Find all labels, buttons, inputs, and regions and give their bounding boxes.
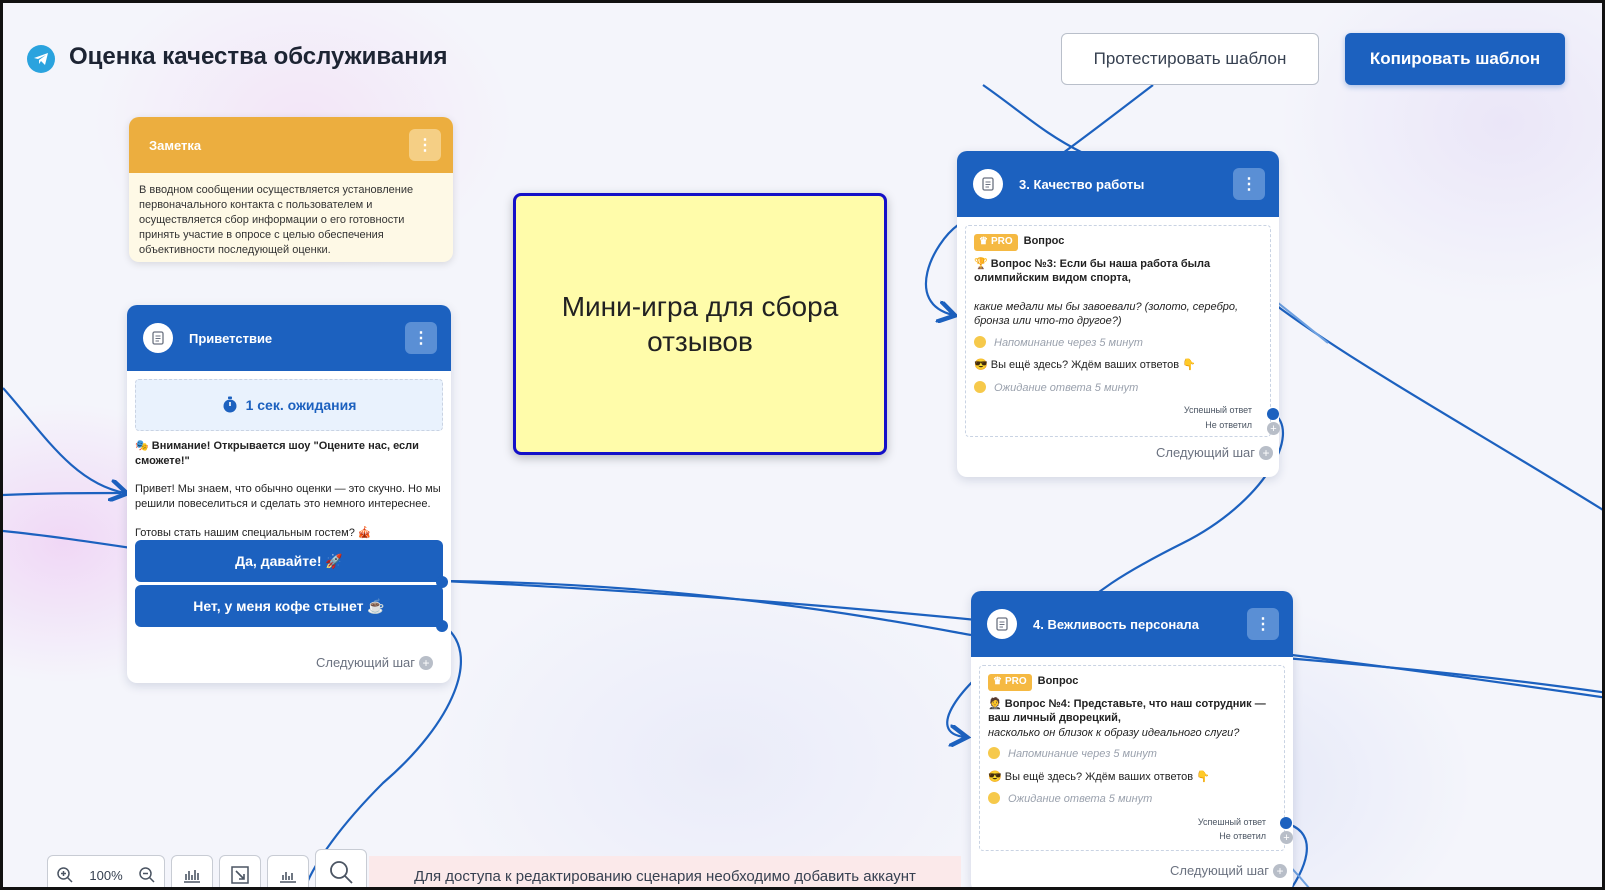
canvas[interactable]: Оценка качества обслуживания Протестиров… [0, 0, 1605, 890]
question-subtext: какие медали мы бы завоевали? (золото, с… [974, 300, 1239, 328]
next-step-link[interactable]: Следующий шаг + [1170, 863, 1287, 878]
add-icon[interactable]: + [419, 655, 433, 670]
output-connector[interactable] [1280, 817, 1292, 829]
note-header: Заметка ⋮ [129, 117, 453, 173]
output-connector[interactable] [436, 620, 448, 632]
question-block: ♛ PRO Вопрос 🤵 Вопрос №4: Представьте, что… [979, 665, 1285, 851]
zoom-in-icon[interactable] [56, 866, 74, 884]
message-icon [143, 323, 173, 353]
page-title: Оценка качества обслуживания [69, 43, 448, 70]
message-icon [987, 609, 1017, 639]
reminder-row: Напоминание через 5 минут [974, 335, 1262, 351]
stats-alt-button[interactable] [267, 855, 309, 887]
no-answer-label: Не ответил [1205, 419, 1252, 430]
more-menu-icon[interactable]: ⋮ [409, 129, 441, 161]
reply-button-no[interactable]: Нет, у меня кофе стынет ☕ [135, 585, 443, 627]
test-template-button[interactable]: Протестировать шаблон [1061, 33, 1319, 85]
intro-text: Привет! Мы знаем, что обычно оценки — эт… [135, 483, 441, 510]
pro-badge: ♛ PRO [974, 234, 1018, 251]
note-title: Заметка [149, 137, 202, 153]
more-menu-icon[interactable]: ⋮ [1233, 168, 1265, 200]
reminder-row: Напоминание через 5 минут [988, 747, 1276, 762]
wait-block: 1 сек. ожидания [135, 379, 443, 431]
output-connector[interactable] [436, 576, 448, 588]
next-step-label: Следующий шаг [316, 655, 415, 670]
question-text: 🤵 Вопрос №4: Представьте, что наш сотруд… [988, 697, 1266, 725]
clock-icon [974, 380, 986, 393]
question-type: Вопрос [1023, 235, 1065, 247]
zoom-out-icon[interactable] [138, 866, 156, 884]
bar-chart-icon [280, 872, 296, 883]
sticky-note-text: Мини-игра для сбора отзывов [561, 291, 839, 357]
next-step-label: Следующий шаг [1156, 445, 1255, 460]
clock-icon [974, 335, 986, 348]
fit-view-button[interactable] [219, 855, 261, 887]
still-here-text: 😎 Вы ещё здесь? Ждём ваших ответов 👇 [974, 359, 1196, 371]
step-header: 3. Качество работы ⋮ [957, 151, 1279, 217]
canvas-toolbar: 100% [47, 849, 367, 887]
step-title: 3. Качество работы [1019, 176, 1145, 192]
success-label: Успешный ответ [1197, 816, 1266, 827]
next-step-label: Следующий шаг [1170, 863, 1269, 878]
search-button[interactable] [315, 849, 367, 887]
expand-arrow-icon [231, 866, 249, 884]
clock-icon [988, 792, 1000, 804]
crown-icon: ♛ [979, 236, 988, 247]
pro-badge: ♛ PRO [988, 674, 1032, 691]
add-icon[interactable]: + [1259, 445, 1273, 460]
step-card-greeting[interactable]: Приветствие ⋮ 1 сек. ожидания 🎭 Внимание… [127, 305, 451, 683]
still-here-text: 😎 Вы ещё здесь? Ждём ваших ответов 👇 [988, 770, 1210, 783]
next-step-link[interactable]: Следующий шаг + [316, 655, 433, 670]
step-header: 4. Вежливость персонала ⋮ [971, 591, 1293, 657]
question-subtext: насколько он близок к образу идеального … [988, 726, 1240, 739]
note-card[interactable]: Заметка ⋮ В вводном сообщении осуществля… [129, 117, 453, 262]
question-text: 🏆 Вопрос №3: Если бы наша работа была ол… [974, 257, 1211, 285]
access-banner: Для доступа к редактированию сценария не… [369, 856, 961, 887]
sticky-note[interactable]: Мини-игра для сбора отзывов [513, 193, 887, 455]
bar-chart-icon [184, 870, 200, 883]
stats-button[interactable] [171, 855, 213, 887]
waiting-row: Ожидание ответа 5 минут [974, 380, 1262, 396]
reply-button-yes[interactable]: Да, давайте! 🚀 [135, 540, 443, 582]
step-title: Приветствие [189, 330, 273, 346]
question-type: Вопрос [1037, 675, 1079, 687]
copy-template-button[interactable]: Копировать шаблон [1345, 33, 1565, 85]
search-icon [330, 861, 353, 884]
attention-text: 🎭 Внимание! Открывается шоу "Оцените нас… [135, 440, 419, 467]
step-title: 4. Вежливость персонала [1033, 616, 1199, 632]
step-card-politeness[interactable]: 4. Вежливость персонала ⋮ ♛ PRO Вопрос 🤵 В… [971, 591, 1293, 887]
step-header: Приветствие ⋮ [127, 305, 451, 371]
invite-text: Готовы стать нашим специальным гостем? 🎪 [135, 527, 372, 539]
wait-label: 1 сек. ожидания [245, 397, 357, 413]
add-icon[interactable]: + [1280, 831, 1293, 844]
telegram-icon [27, 45, 55, 73]
waiting-row: Ожидание ответа 5 минут [988, 792, 1276, 807]
note-text: В вводном сообщении осуществляется устан… [139, 184, 414, 256]
add-icon[interactable]: + [1267, 422, 1280, 435]
zoom-level: 100% [89, 867, 123, 883]
more-menu-icon[interactable]: ⋮ [1247, 608, 1279, 640]
next-step-link[interactable]: Следующий шаг + [1156, 445, 1273, 460]
crown-icon: ♛ [993, 676, 1002, 687]
add-icon[interactable]: + [1273, 863, 1287, 878]
clock-icon [988, 747, 1000, 759]
access-banner-text: Для доступа к редактированию сценария не… [414, 867, 916, 885]
more-menu-icon[interactable]: ⋮ [405, 322, 437, 354]
question-block: ♛ PRO Вопрос 🏆 Вопрос №3: Если бы наша раб… [965, 225, 1271, 437]
stopwatch-icon [223, 396, 237, 413]
zoom-control: 100% [47, 855, 165, 887]
message-icon [973, 169, 1003, 199]
output-connector[interactable] [1267, 408, 1279, 420]
step-card-quality[interactable]: 3. Качество работы ⋮ ♛ PRO Вопрос 🏆 Вопрос… [957, 151, 1279, 477]
no-answer-label: Не ответил [1219, 831, 1266, 841]
success-label: Успешный ответ [1183, 405, 1252, 415]
